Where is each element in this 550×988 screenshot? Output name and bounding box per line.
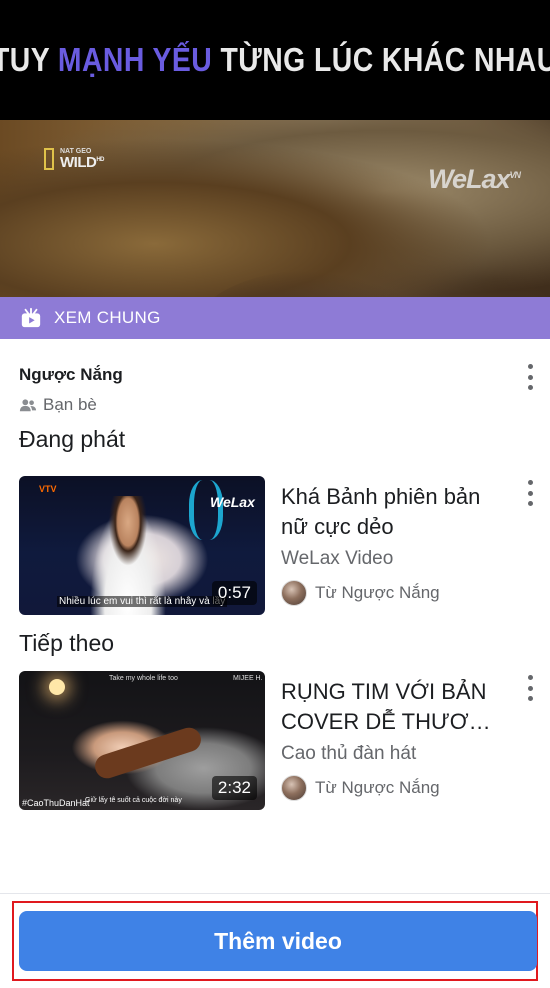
shared-by-row: Từ Ngược Nắng	[281, 775, 440, 801]
host-name[interactable]: Ngược Nắng	[19, 365, 123, 385]
video-channel: WeLax Video	[281, 548, 394, 569]
video-thumbnail[interactable]: Take my whole life too MIJEE H. #CaoThuD…	[19, 671, 265, 810]
lamp-light	[49, 679, 65, 695]
natgeo-wild-logo: NAT GEO WILDHD	[44, 148, 112, 172]
video-title[interactable]: Khá Bảnh phiên bản nữ cực dẻo	[281, 482, 506, 542]
up-next-heading: Tiếp theo	[19, 630, 115, 656]
video-duration: 2:32	[211, 776, 257, 800]
video-player[interactable]: TUY MẠNH YẾU TỪNG LÚC KHÁC NHAU NAT GEO …	[0, 0, 550, 297]
thumbnail-brand: MIJEE H.	[233, 675, 263, 682]
welax-watermark: WeLaxVN	[428, 164, 521, 194]
video-title[interactable]: RỤNG TIM VỚI BẢN COVER DỄ THƯƠNG...	[281, 677, 506, 737]
video-caption: TUY MẠNH YẾU TỪNG LÚC KHÁC NHAU	[0, 0, 550, 120]
watch-party-icon	[21, 307, 41, 328]
video-card-up-next[interactable]: Take my whole life too MIJEE H. #CaoThuD…	[19, 671, 534, 811]
dna-graphic	[189, 480, 223, 540]
caption-highlight: MẠNH YẾU	[58, 41, 213, 78]
avatar	[281, 775, 307, 801]
watch-together-label: XEM CHUNG	[54, 308, 161, 327]
lion-image	[190, 270, 450, 297]
more-options-icon[interactable]	[526, 480, 534, 506]
add-video-button[interactable]: Thêm video	[19, 911, 537, 971]
audience-label: Bạn bè	[43, 395, 97, 414]
thumbnail-subtitle: Giữ lấy tê suốt cả cuộc đời này	[85, 797, 182, 804]
more-options-icon[interactable]	[526, 364, 534, 390]
audience-row: Bạn bè	[19, 395, 97, 415]
ukulele-graphic	[91, 724, 205, 782]
more-options-icon[interactable]	[526, 675, 534, 701]
video-frame	[0, 120, 550, 297]
shared-by-label: Từ Ngược Nắng	[315, 583, 440, 602]
avatar	[281, 580, 307, 606]
friends-icon	[19, 399, 37, 412]
thumbnail-hashtag: #CaoThuDanHat	[22, 798, 90, 808]
thumbnail-lyric: Take my whole life too	[109, 675, 178, 682]
caption-part: TUY	[0, 41, 50, 78]
now-playing-heading: Đang phát	[19, 426, 126, 452]
vtv-logo: VTV	[39, 484, 57, 494]
thumbnail-watermark: WeLax	[210, 494, 255, 510]
shared-by-row: Từ Ngược Nắng	[281, 580, 440, 606]
video-channel: Cao thủ đàn hát	[281, 743, 417, 764]
caption-part: TỪNG LÚC KHÁC NHAU	[212, 41, 550, 78]
video-duration: 0:57	[211, 581, 257, 605]
shared-by-label: Từ Ngược Nắng	[315, 778, 440, 797]
footer-divider	[0, 893, 550, 894]
video-thumbnail[interactable]: VTV WeLax Nhiều lúc em vui thì rất là nh…	[19, 476, 265, 615]
video-card-now-playing[interactable]: VTV WeLax Nhiều lúc em vui thì rất là nh…	[19, 476, 534, 616]
thumbnail-subtitle: Nhiều lúc em vui thì rất là nhây và lầy	[57, 596, 228, 607]
watch-together-bar: XEM CHUNG	[0, 297, 550, 339]
